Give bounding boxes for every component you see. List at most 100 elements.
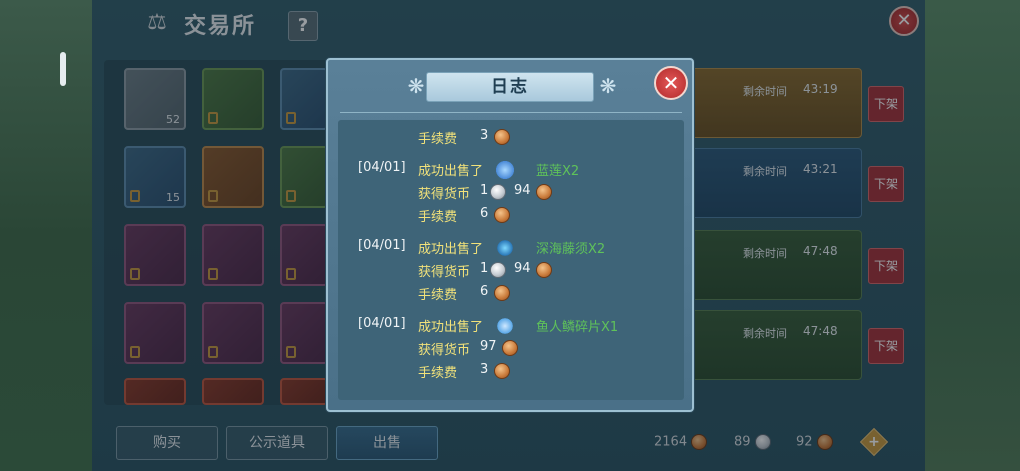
close-exchange-button[interactable]: ✕ <box>889 6 919 36</box>
income-label: 获得货币 <box>418 343 471 358</box>
log-line: 获得货币 1 94 <box>338 261 684 281</box>
bronze-coin-icon <box>502 340 518 356</box>
close-log-button[interactable]: ✕ <box>654 66 688 100</box>
bottom-bar: 购买 公示道具 出售 2164 89 92 + <box>92 414 925 471</box>
inventory-slot-wood[interactable]: 52 <box>124 68 186 130</box>
sale-listings: 剩余时间 43:19 下架 剩余时间 43:21 下架 剩余时间 47:48 下… <box>690 60 916 405</box>
bronze-coin-icon <box>494 285 510 301</box>
listing-card[interactable]: 剩余时间 43:19 <box>690 68 862 138</box>
log-line: 手续费 6 <box>338 206 684 226</box>
lock-icon <box>130 346 140 358</box>
inventory-slot[interactable] <box>280 68 328 130</box>
log-line: 手续费 6 <box>338 284 684 304</box>
sea-vine-icon <box>496 239 514 257</box>
remaining-time-value: 43:19 <box>803 82 838 96</box>
remaining-time-label: 剩余时间 <box>743 85 787 98</box>
tab-sell[interactable]: 出售 <box>336 426 438 460</box>
log-date: [04/01] <box>358 160 406 175</box>
delist-button[interactable]: 下架 <box>868 86 904 122</box>
lock-icon <box>208 112 218 124</box>
inventory-grid: 52 15 <box>104 60 336 405</box>
fee-label: 手续费 <box>418 288 458 303</box>
delist-button[interactable]: 下架 <box>868 166 904 202</box>
delist-button[interactable]: 下架 <box>868 248 904 284</box>
title-plate: 日志 <box>426 72 594 102</box>
income-bronze: 94 <box>514 183 531 198</box>
lock-icon <box>286 112 296 124</box>
help-button[interactable]: ? <box>288 11 318 41</box>
inventory-slot[interactable] <box>124 378 186 405</box>
lock-icon <box>208 190 218 202</box>
log-modal: ❋ 日志 ❋ ✕ 手续费 3 [04/01] 成功出售了 蓝莲X2 获得货币 1… <box>326 58 694 412</box>
listing-card[interactable]: 剩余时间 47:48 <box>690 310 862 380</box>
lock-icon <box>130 268 140 280</box>
other-total: 92 <box>796 434 813 450</box>
tab-buy[interactable]: 购买 <box>116 426 218 460</box>
bronze-coin-icon <box>691 434 708 450</box>
income-label: 获得货币 <box>418 265 471 280</box>
income-silver: 1 <box>480 183 489 198</box>
log-action: 成功出售了 <box>418 242 484 257</box>
silver-coin-icon <box>754 434 771 450</box>
inventory-slot[interactable] <box>202 302 264 364</box>
inventory-slot[interactable] <box>202 224 264 286</box>
remaining-time-label: 剩余时间 <box>743 327 787 340</box>
silver-coin-icon <box>490 184 506 200</box>
inventory-slot[interactable] <box>202 146 264 208</box>
log-item: 深海藤须X2 <box>536 242 606 257</box>
lock-icon <box>286 268 296 280</box>
lock-icon <box>208 346 218 358</box>
income-bronze: 94 <box>514 261 531 276</box>
log-action: 成功出售了 <box>418 164 484 179</box>
log-line: [04/01] 成功出售了 深海藤须X2 <box>338 238 684 258</box>
remaining-time-value: 47:48 <box>803 244 838 258</box>
log-item: 蓝莲X2 <box>536 164 580 179</box>
fee-label: 手续费 <box>418 366 458 381</box>
inventory-slot[interactable] <box>202 378 264 405</box>
add-currency-button[interactable]: + <box>859 427 889 457</box>
blue-lotus-icon <box>496 161 514 179</box>
log-line: 手续费 3 <box>338 128 684 148</box>
inventory-slot[interactable] <box>124 302 186 364</box>
log-action: 成功出售了 <box>418 320 484 335</box>
inventory-slot[interactable] <box>202 68 264 130</box>
scale-shard-icon <box>496 317 514 335</box>
log-modal-header: ❋ 日志 ❋ ✕ <box>328 60 692 112</box>
inventory-slot[interactable] <box>280 378 328 405</box>
game-scene-left <box>0 0 92 471</box>
income-silver: 1 <box>480 261 489 276</box>
log-date: [04/01] <box>358 238 406 253</box>
inventory-slot[interactable] <box>280 302 328 364</box>
log-line: 手续费 3 <box>338 362 684 382</box>
swirl-ornament-icon: ❋ <box>599 74 617 98</box>
log-line: [04/01] 成功出售了 蓝莲X2 <box>338 160 684 180</box>
log-list[interactable]: 手续费 3 [04/01] 成功出售了 蓝莲X2 获得货币 1 94 手续费 6… <box>338 120 684 400</box>
fee-value: 3 <box>480 362 489 377</box>
bronze-coin-icon <box>494 363 510 379</box>
swirl-ornament-icon: ❋ <box>407 74 425 98</box>
bronze-coin-icon <box>494 207 510 223</box>
side-drawer-handle[interactable] <box>60 52 66 86</box>
delist-button[interactable]: 下架 <box>868 328 904 364</box>
fee-label: 手续费 <box>418 210 458 225</box>
bronze-total: 2164 <box>654 434 688 450</box>
other-balance: 92 <box>796 434 833 450</box>
fee-label: 手续费 <box>418 132 458 147</box>
tab-showcase[interactable]: 公示道具 <box>226 426 328 460</box>
plus-icon: + <box>868 434 880 450</box>
log-date: [04/01] <box>358 316 406 331</box>
game-scene-right <box>925 0 1020 471</box>
silver-balance: 89 <box>734 434 771 450</box>
inventory-slot[interactable] <box>280 146 328 208</box>
inventory-slot-gem[interactable]: 15 <box>124 146 186 208</box>
inventory-slot[interactable] <box>280 224 328 286</box>
inventory-slot[interactable] <box>124 224 186 286</box>
listing-card[interactable]: 剩余时间 43:21 <box>690 148 862 218</box>
log-title: 日志 <box>491 77 529 97</box>
log-line: 获得货币 97 <box>338 339 684 359</box>
log-item: 鱼人鳞碎片X1 <box>536 320 619 335</box>
listing-card[interactable]: 剩余时间 47:48 <box>690 230 862 300</box>
lock-icon <box>208 268 218 280</box>
remaining-time-label: 剩余时间 <box>743 247 787 260</box>
income-label: 获得货币 <box>418 187 471 202</box>
